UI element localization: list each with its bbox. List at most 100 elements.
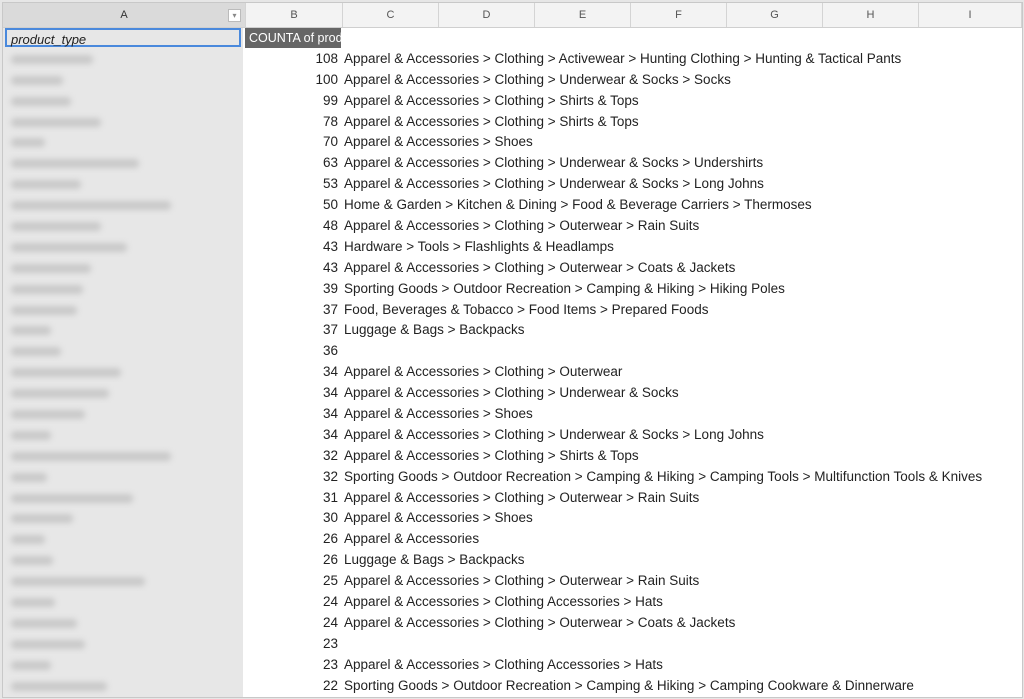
count-cell[interactable]: 70 [243, 132, 340, 152]
product-type-cell[interactable] [5, 91, 241, 111]
count-cell[interactable]: 32 [243, 467, 340, 487]
category-path-cell[interactable]: Apparel & Accessories [344, 529, 479, 549]
product-type-cell[interactable] [5, 467, 241, 487]
count-cell[interactable]: 48 [243, 216, 340, 236]
category-path-cell[interactable]: Luggage & Bags > Backpacks [344, 320, 525, 340]
count-cell[interactable]: 26 [243, 550, 340, 570]
category-path-cell[interactable]: Apparel & Accessories > Clothing > Outer… [344, 571, 699, 591]
count-cell[interactable]: 34 [243, 404, 340, 424]
product-type-cell[interactable] [5, 279, 241, 299]
product-type-cell[interactable] [5, 676, 241, 696]
count-cell[interactable]: 22 [243, 676, 340, 696]
count-cell[interactable]: 34 [243, 362, 340, 382]
count-cell[interactable]: 23 [243, 655, 340, 675]
count-cell[interactable]: 30 [243, 508, 340, 528]
count-cell[interactable]: 37 [243, 320, 340, 340]
count-cell[interactable]: 23 [243, 634, 340, 654]
column-header-g[interactable]: G [727, 3, 823, 27]
product-type-cell[interactable] [5, 529, 241, 549]
count-cell[interactable]: 37 [243, 300, 340, 320]
category-path-cell[interactable]: Food, Beverages & Tobacco > Food Items >… [344, 300, 708, 320]
category-path-cell[interactable]: Apparel & Accessories > Clothing > Outer… [344, 216, 699, 236]
count-cell[interactable]: 26 [243, 529, 340, 549]
product-type-cell[interactable] [5, 70, 241, 90]
product-type-cell[interactable] [5, 613, 241, 633]
count-cell[interactable]: 24 [243, 613, 340, 633]
count-cell[interactable]: 34 [243, 425, 340, 445]
count-cell[interactable]: 24 [243, 592, 340, 612]
category-path-cell[interactable]: Apparel & Accessories > Clothing > Outer… [344, 362, 622, 382]
column-header-a[interactable]: A ▾ [3, 3, 246, 27]
product-type-cell[interactable] [5, 132, 241, 152]
category-path-cell[interactable]: Apparel & Accessories > Clothing Accesso… [344, 655, 663, 675]
count-cell[interactable]: 25 [243, 571, 340, 591]
category-path-cell[interactable]: Apparel & Accessories > Clothing > Under… [344, 153, 763, 173]
category-path-cell[interactable]: Hardware > Tools > Flashlights & Headlam… [344, 237, 614, 257]
product-type-cell[interactable] [5, 571, 241, 591]
category-path-cell[interactable]: Apparel & Accessories > Clothing > Outer… [344, 258, 735, 278]
category-path-cell[interactable]: Sporting Goods > Outdoor Recreation > Ca… [344, 279, 785, 299]
product-type-cell[interactable] [5, 174, 241, 194]
product-type-cell[interactable] [5, 425, 241, 445]
column-header-d[interactable]: D [439, 3, 535, 27]
product-type-cell[interactable] [5, 383, 241, 403]
column-header-h[interactable]: H [823, 3, 919, 27]
category-path-cell[interactable]: Apparel & Accessories > Clothing > Shirt… [344, 446, 639, 466]
product-type-cell[interactable] [5, 634, 241, 654]
product-type-cell[interactable] [5, 195, 241, 215]
category-path-cell[interactable]: Home & Garden > Kitchen & Dining > Food … [344, 195, 812, 215]
column-header-i[interactable]: I [919, 3, 1022, 27]
category-path-cell[interactable]: Apparel & Accessories > Shoes [344, 404, 533, 424]
count-cell[interactable]: 43 [243, 237, 340, 257]
count-cell[interactable]: 100 [243, 70, 340, 90]
count-cell[interactable]: 63 [243, 153, 340, 173]
count-cell[interactable]: 43 [243, 258, 340, 278]
product-type-cell[interactable] [5, 446, 241, 466]
column-header-e[interactable]: E [535, 3, 631, 27]
column-header-f[interactable]: F [631, 3, 727, 27]
category-path-cell[interactable]: Apparel & Accessories > Clothing > Outer… [344, 613, 735, 633]
product-type-cell[interactable] [5, 404, 241, 424]
category-path-cell[interactable]: Apparel & Accessories > Clothing > Shirt… [344, 91, 639, 111]
count-cell[interactable]: 36 [243, 341, 340, 361]
product-type-cell[interactable] [5, 550, 241, 570]
product-type-cell[interactable] [5, 655, 241, 675]
count-cell[interactable]: 34 [243, 383, 340, 403]
pivot-header-counta[interactable]: COUNTA of prod [245, 28, 341, 48]
product-type-cell[interactable] [5, 488, 241, 508]
product-type-cell[interactable] [5, 216, 241, 236]
category-path-cell[interactable]: Apparel & Accessories > Clothing > Under… [344, 174, 764, 194]
category-path-cell[interactable]: Apparel & Accessories > Clothing > Under… [344, 383, 679, 403]
category-path-cell[interactable]: Apparel & Accessories > Clothing > Shirt… [344, 112, 639, 132]
product-type-cell[interactable] [5, 112, 241, 132]
category-path-cell[interactable]: Apparel & Accessories > Shoes [344, 132, 533, 152]
count-cell[interactable]: 53 [243, 174, 340, 194]
column-header-b[interactable]: B [246, 3, 343, 27]
category-path-cell[interactable]: Luggage & Bags > Backpacks [344, 550, 525, 570]
category-path-cell[interactable]: Apparel & Accessories > Shoes [344, 508, 533, 528]
count-cell[interactable]: 39 [243, 279, 340, 299]
product-type-cell[interactable] [5, 258, 241, 278]
product-type-cell[interactable] [5, 49, 241, 69]
product-type-cell[interactable] [5, 153, 241, 173]
count-cell[interactable]: 78 [243, 112, 340, 132]
category-path-cell[interactable]: Apparel & Accessories > Clothing > Activ… [344, 49, 901, 69]
product-type-cell[interactable] [5, 362, 241, 382]
filter-dropdown-icon[interactable]: ▾ [228, 9, 241, 22]
category-path-cell[interactable]: Apparel & Accessories > Clothing > Outer… [344, 488, 699, 508]
count-cell[interactable]: 50 [243, 195, 340, 215]
product-type-cell[interactable] [5, 341, 241, 361]
count-cell[interactable]: 99 [243, 91, 340, 111]
product-type-cell[interactable] [5, 592, 241, 612]
category-path-cell[interactable]: Sporting Goods > Outdoor Recreation > Ca… [344, 467, 982, 487]
category-path-cell[interactable]: Sporting Goods > Outdoor Recreation > Ca… [344, 676, 914, 696]
category-path-cell[interactable]: Apparel & Accessories > Clothing Accesso… [344, 592, 663, 612]
product-type-cell[interactable] [5, 237, 241, 257]
product-type-cell[interactable] [5, 300, 241, 320]
product-type-cell[interactable] [5, 320, 241, 340]
count-cell[interactable]: 108 [243, 49, 340, 69]
count-cell[interactable]: 32 [243, 446, 340, 466]
count-cell[interactable]: 31 [243, 488, 340, 508]
column-header-c[interactable]: C [343, 3, 439, 27]
category-path-cell[interactable]: Apparel & Accessories > Clothing > Under… [344, 425, 764, 445]
